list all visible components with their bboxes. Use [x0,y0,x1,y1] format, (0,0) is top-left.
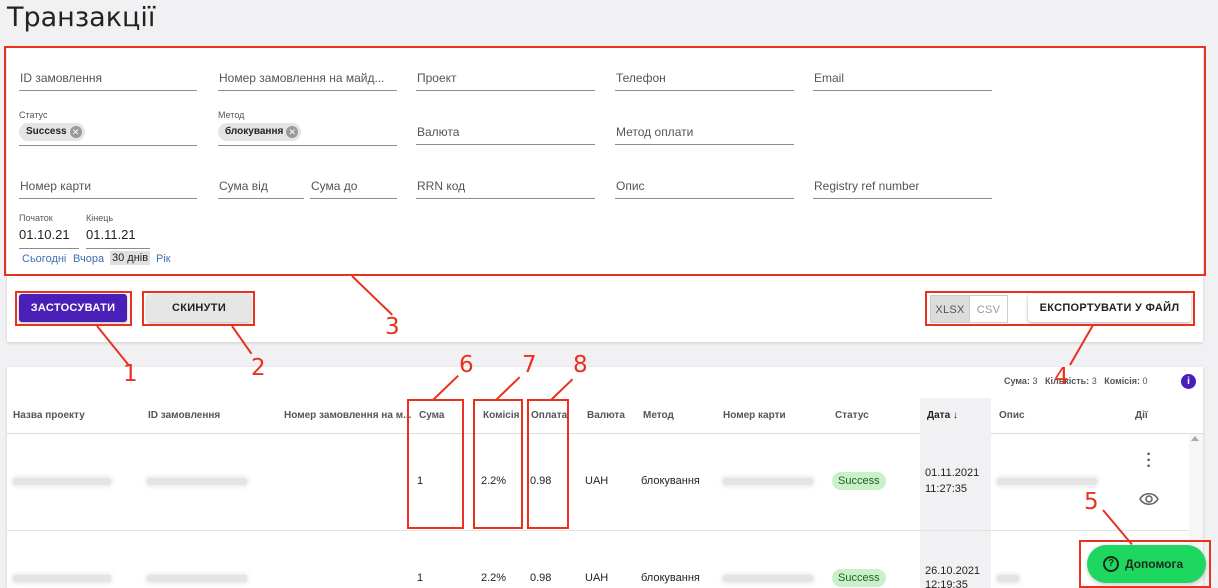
col-actions: Дії [1135,410,1148,421]
annotation-box-7 [473,399,523,529]
redacted-value [997,575,1019,582]
annotation-box-4 [925,291,1195,326]
col-site-order-number[interactable]: Номер замовлення на м... [284,410,411,421]
page-title: Транзакції [7,2,156,33]
redacted-value [147,575,247,582]
time-cell: 12:19:35 [925,579,968,588]
annotation-label-2: 2 [251,355,266,381]
annotation-box-5 [1079,540,1211,588]
redacted-value [147,478,247,485]
col-order-id[interactable]: ID замовлення [148,410,220,421]
date-cell: 26.10.2021 [925,565,981,577]
status-badge: Success [832,569,886,587]
redacted-value [997,478,1097,485]
method-cell: блокування [641,572,700,584]
payment-cell: 0.98 [530,572,552,584]
col-project-name[interactable]: Назва проекту [13,410,85,421]
annotation-box-8 [527,399,569,529]
annotation-label-8: 8 [573,352,588,378]
annotation-box-1 [15,291,132,326]
time-cell: 11:27:35 [925,483,968,495]
summary-bar: Сума: 3 Кількість: 3 Комісія: 0 [1004,376,1148,386]
annotation-label-5: 5 [1084,489,1099,515]
col-method[interactable]: Метод [643,410,674,421]
annotation-box-3 [4,46,1206,276]
annotation-label-1: 1 [123,361,138,387]
redacted-value [13,478,111,485]
col-currency[interactable]: Валюта [587,410,625,421]
annotation-label-3: 3 [385,314,400,340]
annotation-label-7: 7 [522,352,537,378]
scroll-up-icon[interactable] [1191,436,1199,441]
redacted-value [13,575,111,582]
currency-cell: UAH [585,475,609,487]
annotation-label-4: 4 [1054,364,1069,390]
redacted-value [723,478,813,485]
annotation-box-6 [407,399,464,529]
method-cell: блокування [641,475,700,487]
col-card-number[interactable]: Номер карти [723,410,786,421]
col-date[interactable]: Дата ↓ [927,410,958,421]
info-icon[interactable]: i [1181,374,1196,389]
more-actions-icon[interactable]: · · · [1143,447,1155,475]
fee-cell: 2.2% [481,572,507,584]
currency-cell: UAH [585,572,609,584]
redacted-value [723,575,813,582]
col-description[interactable]: Опис [999,410,1025,421]
annotation-label-6: 6 [459,352,474,378]
amount-cell: 1 [417,572,424,584]
col-status[interactable]: Статус [835,410,869,421]
annotation-box-2 [142,291,255,326]
date-cell: 01.11.2021 [925,467,980,479]
status-badge: Success [832,472,886,490]
eye-icon[interactable] [1139,492,1159,506]
